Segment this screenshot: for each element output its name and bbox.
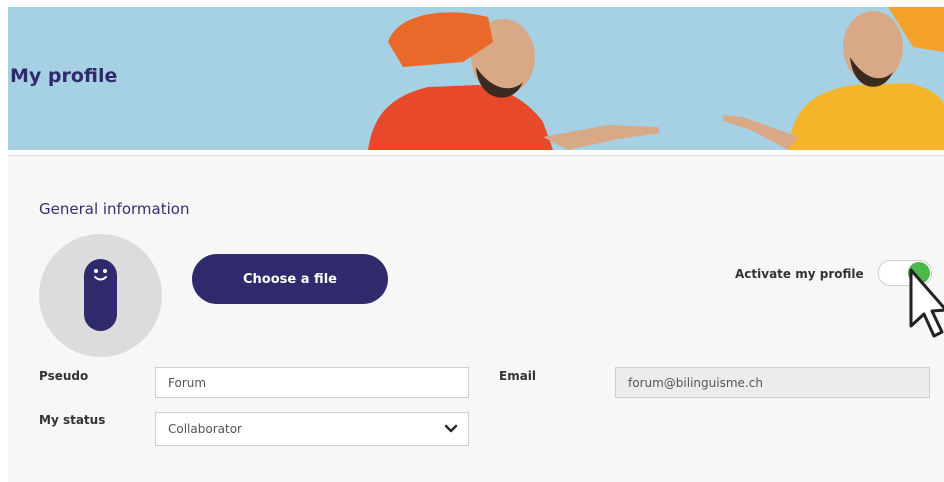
pseudo-input[interactable]: Forum bbox=[155, 367, 469, 398]
choose-file-button[interactable]: Choose a file bbox=[192, 254, 388, 304]
chevron-down-icon bbox=[444, 424, 458, 433]
section-title: General information bbox=[39, 200, 190, 218]
status-select-value: Collaborator bbox=[168, 422, 242, 436]
avatar bbox=[39, 234, 162, 357]
smiley-pill-icon bbox=[84, 259, 117, 331]
email-label: Email bbox=[499, 369, 537, 383]
mouse-pointer-icon bbox=[909, 268, 944, 338]
status-label: My status bbox=[39, 413, 106, 427]
activate-profile-label: Activate my profile bbox=[735, 267, 864, 281]
email-field: forum@bilinguisme.ch bbox=[615, 367, 930, 398]
banner-photo bbox=[368, 7, 944, 150]
profile-form-panel: General information Choose a file Activa… bbox=[8, 156, 944, 482]
pseudo-label: Pseudo bbox=[39, 369, 89, 383]
header-banner: My profile bbox=[8, 7, 944, 150]
status-select[interactable]: Collaborator bbox=[155, 412, 469, 446]
page-title: My profile bbox=[10, 65, 118, 87]
